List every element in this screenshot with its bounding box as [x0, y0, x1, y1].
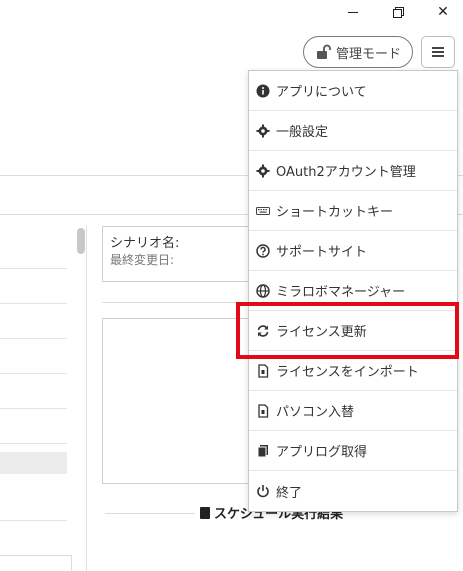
highlight-box	[236, 302, 459, 359]
list-row-divider	[0, 338, 67, 339]
minimize-icon	[348, 11, 358, 13]
menu-item-about[interactable]: アプリについて	[249, 71, 457, 111]
toolbar-top-border	[0, 175, 248, 176]
menu-item-label: アプリログ取得	[276, 445, 368, 460]
list-row-divider	[0, 408, 67, 409]
menu-item-label: ミラロボマネージャー	[276, 285, 406, 300]
scrollbar-track	[86, 226, 87, 571]
list-row-divider	[0, 443, 67, 444]
keyboard-icon	[256, 204, 270, 218]
list-row-divider	[0, 268, 67, 269]
menu-item-support-site[interactable]: サポートサイト	[249, 231, 457, 271]
menu-item-label: 一般設定	[276, 125, 329, 140]
menu-item-label: パソコン入替	[276, 405, 355, 420]
list-item-selected[interactable]	[0, 452, 67, 474]
toolbar-bottom-border	[0, 214, 248, 215]
admin-mode-label: 管理モード	[335, 46, 401, 62]
unlock-icon	[316, 44, 331, 59]
menu-toggle-button[interactable]	[421, 36, 455, 68]
menu-item-exit[interactable]: 終了	[249, 471, 457, 511]
menu-item-label: サポートサイト	[276, 245, 368, 260]
power-icon	[256, 484, 270, 498]
schedule-divider-left	[105, 513, 195, 514]
restore-icon	[393, 7, 404, 18]
file-icon	[256, 363, 270, 378]
close-icon: ✕	[437, 4, 449, 20]
document-icon	[200, 506, 210, 519]
menu-item-label: OAuth2アカウント管理	[276, 165, 416, 180]
info-icon	[256, 84, 270, 98]
last-modified-label: 最終変更日:	[110, 253, 175, 267]
app-menu: アプリについて 一般設定 OAuth2アカウント管理 ショートカットキー サポー	[248, 70, 458, 512]
minimize-button[interactable]	[333, 0, 373, 24]
list-row-divider	[0, 373, 67, 374]
list-panel-edge	[71, 555, 72, 571]
menu-item-general-settings[interactable]: 一般設定	[249, 111, 457, 151]
globe-icon	[256, 283, 270, 298]
copy-icon	[256, 444, 270, 458]
menu-item-get-app-log[interactable]: アプリログ取得	[249, 431, 457, 471]
toolbar-top-border-right	[458, 175, 463, 176]
scrollbar-thumb[interactable]	[77, 228, 85, 254]
scenario-info-box: シナリオ名: 最終変更日:	[102, 226, 262, 282]
list-row-divider	[0, 520, 67, 521]
scenario-name-label: シナリオ名:	[110, 236, 180, 251]
app-window: ✕ 管理モード シナリオ名: 最終変更日: スケジュール実行結果 アプリについて…	[0, 0, 463, 571]
admin-mode-button[interactable]: 管理モード	[303, 36, 413, 68]
menu-item-label: 終了	[276, 485, 303, 501]
hamburger-icon	[432, 47, 444, 57]
close-button[interactable]: ✕	[423, 0, 463, 24]
file-icon	[256, 403, 270, 418]
menu-item-oauth2[interactable]: OAuth2アカウント管理	[249, 151, 457, 191]
menu-item-label: ライセンスをインポート	[276, 365, 419, 380]
menu-item-label: アプリについて	[276, 85, 367, 100]
restore-button[interactable]	[378, 0, 418, 24]
list-row-divider	[0, 303, 67, 304]
gear-icon	[256, 164, 270, 178]
gear-icon	[256, 124, 270, 138]
menu-item-label: ショートカットキー	[276, 205, 394, 220]
toolbar-bottom-border-right	[458, 214, 463, 215]
menu-item-shortcut-keys[interactable]: ショートカットキー	[249, 191, 457, 231]
menu-item-pc-replacement[interactable]: パソコン入替	[249, 391, 457, 431]
question-icon	[256, 243, 270, 258]
list-panel-bottom	[0, 555, 72, 556]
section-divider	[102, 302, 248, 303]
